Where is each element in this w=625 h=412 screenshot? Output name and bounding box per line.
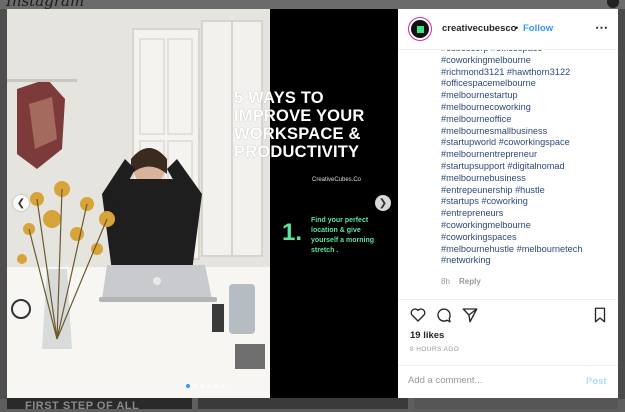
background-header: Instagram	[0, 0, 625, 10]
carousel-dot	[207, 384, 211, 388]
follow-button[interactable]: Follow	[523, 23, 553, 34]
comment-icon[interactable]	[435, 306, 453, 324]
add-comment-input[interactable]	[408, 375, 568, 386]
slide-headline: 5 WAYS TO IMPROVE YOUR WORKSPACE & PRODU…	[234, 89, 394, 161]
hashtag-line[interactable]: #melbournestartup	[441, 90, 613, 102]
carousel-dots	[186, 384, 225, 388]
comment-age: 8h	[441, 277, 450, 286]
carousel-dot	[221, 384, 225, 388]
hashtag-line[interactable]: #coworkingmelbourne	[441, 220, 613, 232]
hashtag-list: #cubescorp #officespace#coworkingmelbour…	[441, 50, 613, 267]
hashtag-line[interactable]: #melbournentrepreneur	[441, 149, 613, 161]
hashtag-line[interactable]: #startupworld #coworkingspace	[441, 137, 613, 149]
post-comment-button[interactable]: Post	[586, 376, 607, 387]
background-thumbnail-text: FIRST STEP OF ALL	[25, 400, 140, 412]
bookmark-icon[interactable]	[591, 306, 609, 324]
hashtag-line[interactable]: #richmond3121 #hawthorn3122	[441, 67, 613, 79]
hashtag-line[interactable]: #officespacemelbourne	[441, 78, 613, 90]
post-image[interactable]: 5 WAYS TO IMPROVE YOUR WORKSPACE & PRODU…	[7, 9, 398, 398]
background-left-edge	[0, 9, 7, 399]
chevron-left-icon: ❮	[16, 197, 26, 209]
headline-line: 5 WAYS TO	[234, 89, 324, 107]
hashtag-line[interactable]: #startups #coworking	[441, 196, 613, 208]
headline-line: PRODUCTIVITY	[234, 143, 360, 161]
step-line: location & give	[311, 227, 361, 234]
hashtag-line[interactable]: #melbourneoffice	[441, 114, 613, 126]
carousel-dot	[193, 384, 197, 388]
headline-line: IMPROVE YOUR	[234, 107, 365, 125]
slide-brand: CreativeCubes.Co	[312, 177, 362, 183]
separator-dot: •	[515, 23, 519, 34]
caption-area[interactable]: #cubescorp #officespace#coworkingmelbour…	[398, 50, 618, 298]
hashtag-line[interactable]: #coworkingspaces	[441, 232, 613, 244]
step-line: Find your perfect	[311, 217, 369, 224]
hashtag-line[interactable]: #coworkingmelbourne	[441, 55, 613, 67]
account-avatar[interactable]	[408, 17, 432, 41]
background-thumbnail	[198, 398, 408, 409]
hashtag-line[interactable]: #melbournecoworking	[441, 102, 613, 114]
slide-step-number: 1.	[282, 219, 303, 246]
headline-line: WORKSPACE &	[234, 125, 361, 143]
background-thumbnail	[414, 398, 618, 409]
previous-slide-button[interactable]: ❮	[13, 195, 29, 211]
share-icon[interactable]	[461, 306, 479, 324]
profile-avatar-icon	[607, 0, 619, 8]
heart-icon[interactable]	[409, 306, 427, 324]
post-details-panel: creativecubesco • Follow ⋯ #cubescorp #o…	[398, 9, 618, 398]
background-right-edge	[618, 9, 625, 399]
office-photo	[7, 9, 270, 398]
hashtag-line[interactable]: #startupsupport #digitalnomad	[441, 161, 613, 173]
reply-button[interactable]: Reply	[459, 277, 481, 286]
hashtag-line[interactable]: #entrepreneurs	[441, 208, 613, 220]
cube-logo-icon	[416, 25, 424, 33]
slide-step-text: Find your perfect location & give yourse…	[311, 216, 391, 256]
carousel-dot	[200, 384, 204, 388]
hashtag-line[interactable]: #networking	[441, 255, 613, 267]
hashtag-line[interactable]: #melbournehustle #melbournetech	[441, 244, 613, 256]
hashtag-line[interactable]: #melbournesmallbusiness	[441, 126, 613, 138]
chevron-right-icon: ❯	[378, 197, 388, 209]
hashtag-line[interactable]: #entrepeunership #hustle	[441, 185, 613, 197]
likes-count[interactable]: 19 likes	[410, 330, 444, 341]
step-line: stretch .	[311, 247, 339, 254]
post-header: creativecubesco • Follow ⋯	[398, 9, 618, 50]
carousel-dot	[214, 384, 218, 388]
actions-divider	[398, 299, 618, 301]
avatar-image	[411, 20, 429, 38]
step-line: yourself a morning	[311, 237, 375, 244]
carousel-dot	[186, 384, 190, 388]
next-slide-button[interactable]: ❯	[375, 195, 391, 211]
account-username[interactable]: creativecubesco	[442, 23, 516, 34]
post-timestamp: 8 HOURS AGO	[410, 346, 460, 353]
hashtag-line[interactable]: #melbournebusiness	[441, 173, 613, 185]
more-options-icon[interactable]: ⋯	[595, 20, 608, 36]
